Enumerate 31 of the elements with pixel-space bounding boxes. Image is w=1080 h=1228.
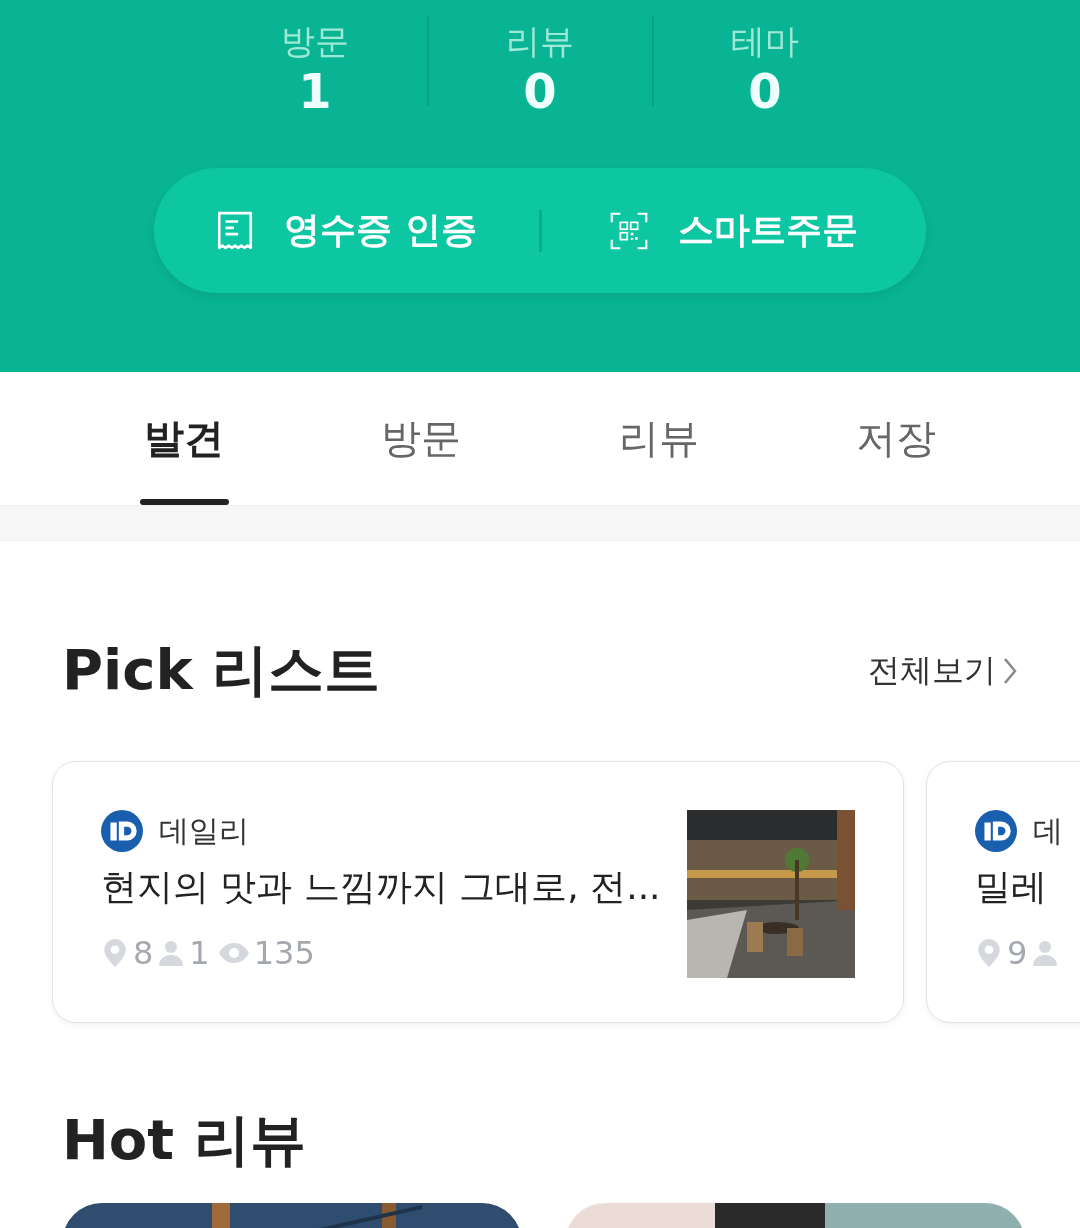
list-card[interactable]: 데일리 현지의 맛과 느낌까지 그대로, 전... 8 1 135 <box>52 761 904 1023</box>
tab[interactable]: 발견 <box>65 372 303 505</box>
stat-value: 1 <box>298 64 332 118</box>
tab[interactable]: 저장 <box>777 372 1015 505</box>
stat-value: 0 <box>748 64 782 118</box>
tab[interactable]: 리뷰 <box>540 372 778 505</box>
pin-icon <box>975 938 1003 968</box>
person-icon <box>157 938 186 968</box>
tab[interactable]: 방문 <box>302 372 540 505</box>
stat-label: 리뷰 <box>506 20 574 63</box>
see-all-link[interactable]: 전체보기 <box>868 649 1018 693</box>
logo-icon <box>975 810 1017 852</box>
list-card[interactable]: 데 밀레 9 <box>926 761 1080 1023</box>
person-icon <box>1031 938 1060 968</box>
source-name: 데일리 <box>159 811 249 850</box>
card-title: 현지의 맛과 느낌까지 그대로, 전... <box>101 865 662 909</box>
logo-icon <box>101 810 143 852</box>
place-count: 8 <box>133 934 154 972</box>
view-count: 135 <box>253 934 315 972</box>
receipt-icon <box>215 209 254 252</box>
section-title: Hot 리뷰 <box>62 1106 307 1174</box>
section-title: Pick 리스트 <box>62 636 381 704</box>
stat-value: 0 <box>523 64 557 118</box>
place-count: 9 <box>1007 934 1028 972</box>
chevron-icon <box>1002 656 1018 686</box>
card-title: 밀레 <box>975 865 1048 909</box>
pin-icon <box>101 938 129 968</box>
follower-count: 1 <box>189 934 210 972</box>
source-name: 데 <box>1033 811 1063 850</box>
stat-label: 방문 <box>281 20 349 63</box>
stat-label: 테마 <box>731 20 799 63</box>
